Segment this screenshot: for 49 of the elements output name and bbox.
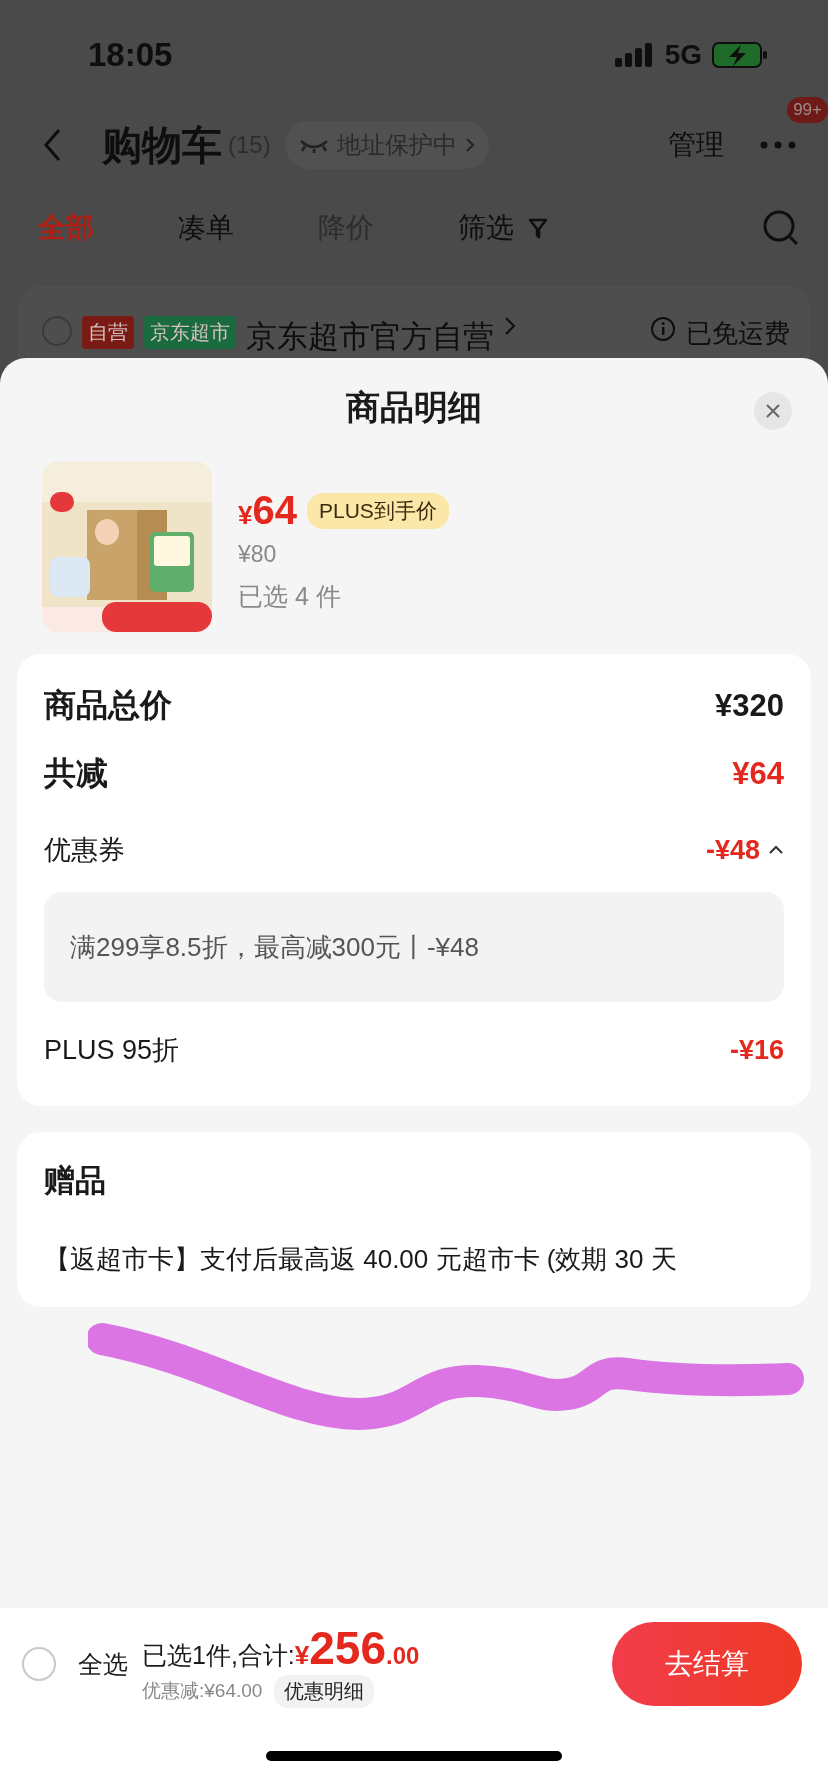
info-icon (650, 316, 676, 342)
summary-value: -¥16 (729, 1034, 784, 1066)
chevron-right-icon (504, 316, 516, 336)
signal-icon (614, 43, 655, 67)
selected-summary: 已选1件,合计: (142, 1639, 295, 1671)
more-icon (760, 141, 796, 149)
back-button[interactable] (42, 127, 62, 163)
select-all-checkbox[interactable] (22, 1647, 56, 1681)
price: ¥64 (238, 488, 297, 533)
plus-price-tag: PLUS到手价 (306, 492, 449, 529)
close-icon (765, 403, 781, 419)
close-button[interactable] (754, 392, 792, 430)
checkout-button[interactable]: 去结算 (612, 1622, 802, 1706)
filter-tab[interactable]: 筛选 (458, 209, 548, 247)
summary-label: PLUS 95折 (44, 1034, 180, 1067)
search-button[interactable] (762, 209, 800, 247)
filter-tab[interactable]: 全部 (38, 209, 94, 247)
original-price: ¥80 (238, 541, 278, 568)
shipping-label: 已免运费 (686, 317, 790, 350)
gift-title: 赠品 (44, 1162, 107, 1200)
search-icon (762, 209, 800, 247)
filter-icon (528, 217, 548, 239)
chevron-right-icon (464, 137, 475, 153)
store-name[interactable]: 京东超市官方自营 (246, 316, 494, 358)
notification-badge: 99+ (787, 97, 828, 123)
gift-description: 【返超市卡】支付后最高返 40.00 元超市卡 (效期 30 天 (44, 1243, 678, 1276)
sheet-title: 商品明细 (346, 387, 482, 428)
summary-label: 共减 (44, 754, 108, 793)
coupon-detail: 满299享8.5折，最高减300元丨-¥48 (70, 930, 479, 964)
page-title: 购物车 (102, 121, 222, 169)
discount-detail-button[interactable]: 优惠明细 (274, 1674, 375, 1708)
summary-value: ¥320 (715, 688, 784, 724)
status-time: 18:05 (88, 36, 174, 74)
store-tag: 自营 (82, 316, 134, 349)
battery-charging-icon (712, 41, 768, 69)
summary-label: 优惠券 (44, 834, 125, 867)
summary-value: -¥48 (705, 834, 760, 866)
filter-tab[interactable]: 凑单 (178, 209, 234, 247)
back-icon (42, 127, 62, 163)
manage-button[interactable]: 管理 (668, 126, 724, 164)
summary-value: ¥64 (732, 756, 784, 792)
select-all-label[interactable]: 全选 (78, 1647, 128, 1681)
network-label: 5G (664, 39, 702, 71)
summary-label: 商品总价 (44, 686, 172, 725)
total-price: ¥256.00 (294, 1620, 420, 1675)
selected-count: 已选 4 件 (238, 581, 342, 612)
store-tag: 京东超市 (144, 316, 236, 349)
discount-amount: 优惠减:¥64.00 (142, 1679, 263, 1703)
eye-closed-icon (298, 137, 329, 153)
